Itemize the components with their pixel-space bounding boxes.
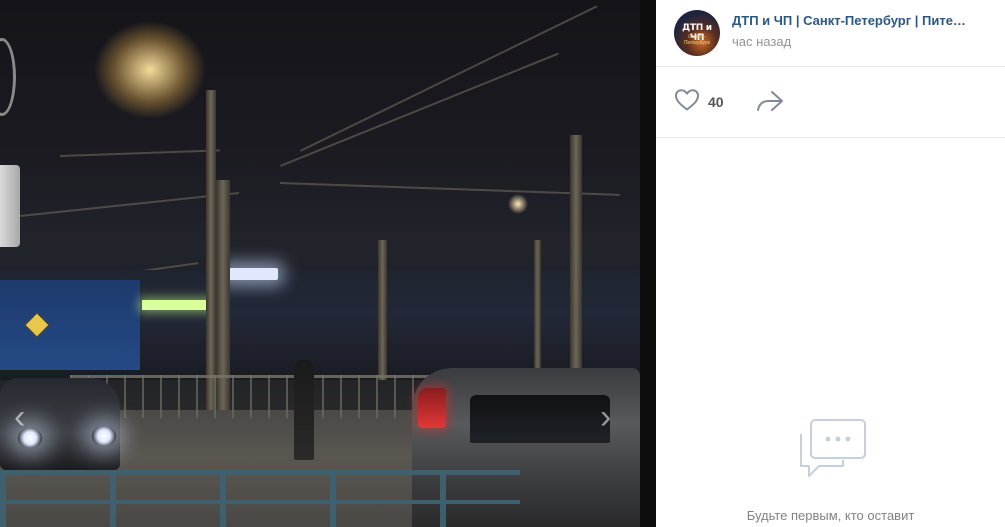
heart-icon	[674, 88, 700, 117]
comments-section: Будьте первым, кто оставит	[656, 138, 1005, 527]
car-window	[470, 395, 610, 443]
next-photo-button[interactable]: ›	[600, 400, 611, 434]
empty-comments-text: Будьте первым, кто оставит	[746, 508, 915, 523]
back-fence	[70, 375, 430, 418]
wire	[60, 149, 220, 157]
wire	[279, 182, 620, 196]
utility-pole	[534, 240, 541, 370]
front-fence-rail	[0, 500, 520, 504]
utility-pole	[378, 240, 387, 380]
blue-building	[0, 280, 140, 370]
edge-ring	[0, 38, 16, 116]
avatar-logo-subtext: Санкт-Петербург	[683, 34, 711, 46]
street-light-pole	[206, 90, 216, 410]
taillight	[418, 388, 446, 428]
headlight	[92, 426, 116, 446]
wire	[300, 5, 598, 152]
front-fence	[0, 470, 520, 527]
post-header: ДТП и ЧП Санкт-Петербург ДТП и ЧП | Санк…	[656, 0, 1005, 67]
prev-photo-button[interactable]: ‹	[14, 400, 25, 434]
wire	[280, 52, 559, 167]
group-name-link[interactable]: ДТП и ЧП | Санкт-Петербург | Пите…	[732, 13, 994, 28]
group-avatar[interactable]: ДТП и ЧП Санкт-Петербург	[674, 10, 720, 56]
post-actions: 40	[656, 67, 1005, 138]
post-photo[interactable]: ‹ ›	[0, 0, 640, 527]
post-sidebar: ДТП и ЧП Санкт-Петербург ДТП и ЧП | Санк…	[656, 0, 1005, 527]
edge-sign	[0, 165, 20, 247]
person-silhouette	[294, 360, 314, 460]
comment-bubble-icon	[797, 418, 867, 480]
photo-viewer: ‹ ›	[0, 0, 656, 527]
lit-sign	[142, 300, 214, 310]
store-sign	[226, 268, 278, 280]
like-button[interactable]: 40	[674, 88, 724, 117]
share-button[interactable]	[756, 89, 784, 115]
like-count: 40	[708, 94, 724, 110]
post-time[interactable]: час назад	[732, 34, 791, 49]
share-arrow-icon	[756, 91, 784, 119]
utility-pole	[570, 135, 582, 375]
